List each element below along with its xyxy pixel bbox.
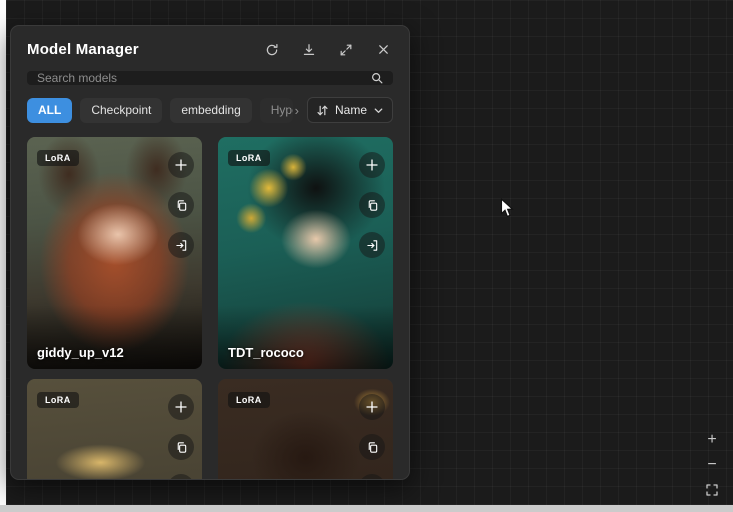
expand-icon bbox=[339, 43, 353, 57]
refresh-button[interactable] bbox=[264, 42, 280, 58]
close-icon bbox=[377, 43, 390, 56]
add-model-button[interactable] bbox=[168, 152, 194, 178]
copy-icon bbox=[175, 199, 188, 212]
model-name: TDT_rococo bbox=[228, 345, 304, 360]
model-manager-panel: Model Manager bbox=[10, 25, 410, 480]
search-input[interactable] bbox=[37, 71, 370, 85]
canvas-zoom-controls: + − bbox=[701, 429, 723, 501]
card-actions bbox=[359, 394, 385, 480]
model-type-badge: LoRA bbox=[37, 150, 79, 166]
model-card-row2-right[interactable]: LoRA bbox=[218, 379, 393, 480]
sort-icon bbox=[316, 104, 329, 117]
filter-row: ALL Checkpoint embedding Hype › Name bbox=[27, 97, 393, 123]
card-actions bbox=[359, 152, 385, 258]
model-type-badge: LoRA bbox=[37, 392, 79, 408]
add-model-button[interactable] bbox=[168, 394, 194, 420]
app-viewport: Model Manager bbox=[0, 0, 733, 512]
plus-icon bbox=[365, 400, 379, 414]
sort-label: Name bbox=[335, 103, 367, 117]
plus-icon bbox=[174, 158, 188, 172]
copy-model-button[interactable] bbox=[359, 434, 385, 460]
import-icon bbox=[366, 239, 379, 252]
panel-title: Model Manager bbox=[27, 41, 264, 58]
load-model-button[interactable] bbox=[359, 474, 385, 480]
node-editor-canvas[interactable]: Model Manager bbox=[6, 0, 733, 505]
copy-model-button[interactable] bbox=[168, 192, 194, 218]
download-icon bbox=[302, 43, 316, 57]
filters-scroll-right-icon[interactable]: › bbox=[295, 103, 299, 118]
zoom-out-button[interactable]: − bbox=[701, 454, 723, 476]
load-model-button[interactable] bbox=[168, 232, 194, 258]
filter-chip-checkpoint[interactable]: Checkpoint bbox=[80, 98, 162, 123]
chevron-down-icon bbox=[373, 105, 384, 116]
load-model-button[interactable] bbox=[359, 232, 385, 258]
horizontal-scrollbar[interactable] bbox=[0, 505, 733, 512]
plus-icon bbox=[365, 158, 379, 172]
model-type-badge: LoRA bbox=[228, 392, 270, 408]
model-card-giddy-up-v12[interactable]: LoRA bbox=[27, 137, 202, 369]
copy-model-button[interactable] bbox=[359, 192, 385, 218]
copy-model-button[interactable] bbox=[168, 434, 194, 460]
refresh-icon bbox=[265, 43, 279, 57]
zoom-in-button[interactable]: + bbox=[701, 429, 723, 451]
filter-chip-all[interactable]: ALL bbox=[27, 98, 72, 123]
model-card-grid: LoRA bbox=[27, 137, 393, 480]
panel-header: Model Manager bbox=[11, 26, 409, 69]
import-icon bbox=[175, 239, 188, 252]
model-name: giddy_up_v12 bbox=[37, 345, 124, 360]
filter-chip-hypernetwork[interactable]: Hype bbox=[260, 98, 293, 123]
plus-icon bbox=[174, 400, 188, 414]
sort-dropdown[interactable]: Name bbox=[307, 97, 393, 123]
panel-header-actions bbox=[264, 42, 391, 58]
model-card-row2-left[interactable]: LoRA bbox=[27, 379, 202, 480]
add-model-button[interactable] bbox=[359, 394, 385, 420]
fit-view-button[interactable] bbox=[701, 479, 723, 501]
add-model-button[interactable] bbox=[359, 152, 385, 178]
filter-chip-embedding[interactable]: embedding bbox=[170, 98, 251, 123]
search-box bbox=[27, 71, 393, 85]
model-type-badge: LoRA bbox=[228, 150, 270, 166]
copy-icon bbox=[175, 441, 188, 454]
model-card-tdt-rococo[interactable]: LoRA bbox=[218, 137, 393, 369]
card-actions bbox=[168, 152, 194, 258]
copy-icon bbox=[366, 441, 379, 454]
download-button[interactable] bbox=[301, 42, 317, 58]
close-button[interactable] bbox=[375, 42, 391, 58]
load-model-button[interactable] bbox=[168, 474, 194, 480]
copy-icon bbox=[366, 199, 379, 212]
fit-view-icon bbox=[705, 483, 719, 497]
search-icon bbox=[370, 71, 384, 85]
card-actions bbox=[168, 394, 194, 480]
expand-button[interactable] bbox=[338, 42, 354, 58]
